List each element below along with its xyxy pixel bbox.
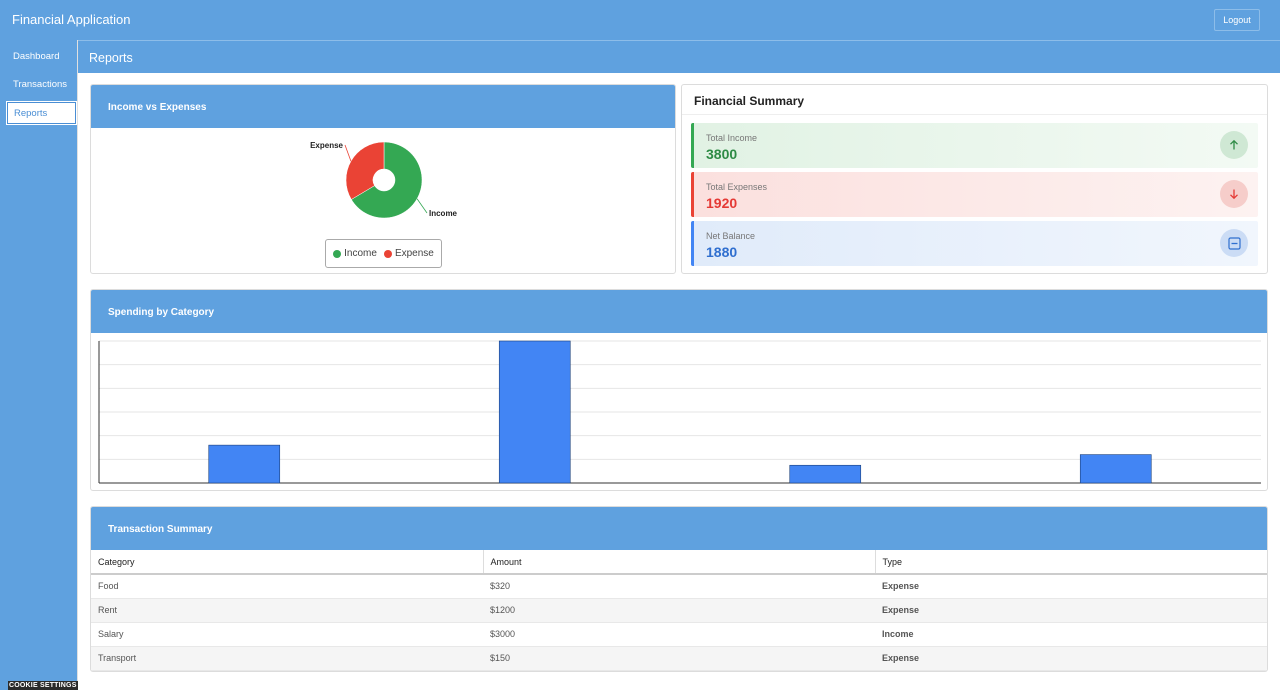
page-header: Reports: [78, 40, 1280, 73]
pie-legend: Income Expense: [325, 239, 442, 268]
arrow-down-icon: [1220, 180, 1248, 208]
legend-label-income: Income: [344, 248, 377, 259]
pie-leader-line: [416, 198, 428, 214]
pie-label-expense: Expense: [310, 141, 343, 150]
cell-amount: $1200: [483, 598, 875, 623]
legend-label-expense: Expense: [394, 248, 434, 259]
cookie-settings-button[interactable]: COOKIE SETTINGS: [8, 681, 78, 690]
total-income-label: Total Income: [706, 133, 758, 143]
table-row: Food $320 Expense: [91, 574, 1267, 599]
income-expense-pie-chart: Income Expense: [310, 141, 458, 219]
table-row: Transport $150 Expense: [91, 646, 1267, 671]
column-header-type[interactable]: Type: [875, 550, 1267, 575]
table-row: Rent $1200 Expense: [91, 598, 1267, 623]
net-balance-value: 1880: [706, 244, 738, 260]
minus-square-icon: [1220, 229, 1248, 257]
logout-button[interactable]: Logout: [1214, 9, 1260, 31]
legend-swatch-income: [333, 249, 342, 258]
sidebar: Dashboard Transactions Reports: [0, 40, 77, 690]
legend-item-expense[interactable]: Expense: [383, 248, 434, 259]
card-header: Spending by Category: [91, 290, 1267, 333]
bar-food[interactable]: [208, 444, 281, 484]
main-content: Reports Income vs Expenses Income Expense…: [77, 40, 1280, 690]
bar-transport[interactable]: [789, 464, 862, 484]
column-header-amount[interactable]: Amount: [483, 550, 876, 575]
card-title: Spending by Category: [108, 307, 215, 318]
net-balance-box: Net Balance 1880: [691, 221, 1258, 266]
cell-type: Expense: [875, 598, 1267, 623]
cell-category: Rent: [91, 598, 483, 623]
app-title: Financial Application: [12, 12, 131, 27]
pie-label-income: Income: [429, 209, 458, 218]
legend-item-income[interactable]: Income: [333, 248, 377, 259]
financial-summary-card: Financial Summary Total Income 3800 Tota…: [681, 84, 1268, 274]
pie-leader-line: [344, 144, 352, 162]
column-header-category[interactable]: Category: [91, 550, 484, 575]
transaction-table: Category Amount Type Food $320 Expense R…: [91, 550, 1267, 671]
arrow-up-icon: [1220, 131, 1248, 159]
spending-by-category-card: Spending by Category: [90, 289, 1268, 491]
cell-amount: $150: [483, 646, 875, 671]
card-header: Transaction Summary: [91, 507, 1267, 550]
table-header-row: Category Amount Type: [91, 550, 1267, 575]
table-row: Salary $3000 Income: [91, 622, 1267, 647]
income-vs-expenses-card: Income vs Expenses Income Expense Income …: [90, 84, 676, 274]
cell-type: Expense: [875, 646, 1267, 671]
total-expenses-box: Total Expenses 1920: [691, 172, 1258, 217]
sidebar-item-dashboard[interactable]: Dashboard: [7, 45, 76, 67]
card-title: Transaction Summary: [108, 524, 213, 535]
card-title: Income vs Expenses: [108, 102, 207, 113]
cell-category: Salary: [91, 622, 483, 647]
cell-type: Income: [875, 622, 1267, 647]
sidebar-item-transactions[interactable]: Transactions: [7, 73, 76, 95]
bar-salary[interactable]: [1079, 454, 1152, 484]
legend-swatch-expense: [383, 249, 392, 258]
page-title: Reports: [89, 51, 133, 65]
bar-rent[interactable]: [498, 340, 571, 484]
total-expenses-label: Total Expenses: [706, 182, 768, 192]
cell-category: Food: [91, 574, 483, 599]
cell-amount: $3000: [483, 622, 875, 647]
transaction-summary-card: Transaction Summary Category Amount Type…: [90, 506, 1268, 672]
summary-title: Financial Summary: [694, 94, 805, 108]
cell-type: Expense: [875, 574, 1267, 599]
sidebar-item-reports[interactable]: Reports: [6, 101, 77, 125]
total-expenses-value: 1920: [706, 195, 738, 211]
spending-bar-chart: [98, 340, 1261, 484]
cell-amount: $320: [483, 574, 875, 599]
total-income-box: Total Income 3800: [691, 123, 1258, 168]
net-balance-label: Net Balance: [706, 231, 756, 241]
total-income-value: 3800: [706, 146, 738, 162]
cell-category: Transport: [91, 646, 483, 671]
summary-divider: [682, 114, 1267, 115]
card-header: Income vs Expenses: [91, 85, 675, 128]
top-bar: Financial Application Logout: [0, 0, 1280, 40]
